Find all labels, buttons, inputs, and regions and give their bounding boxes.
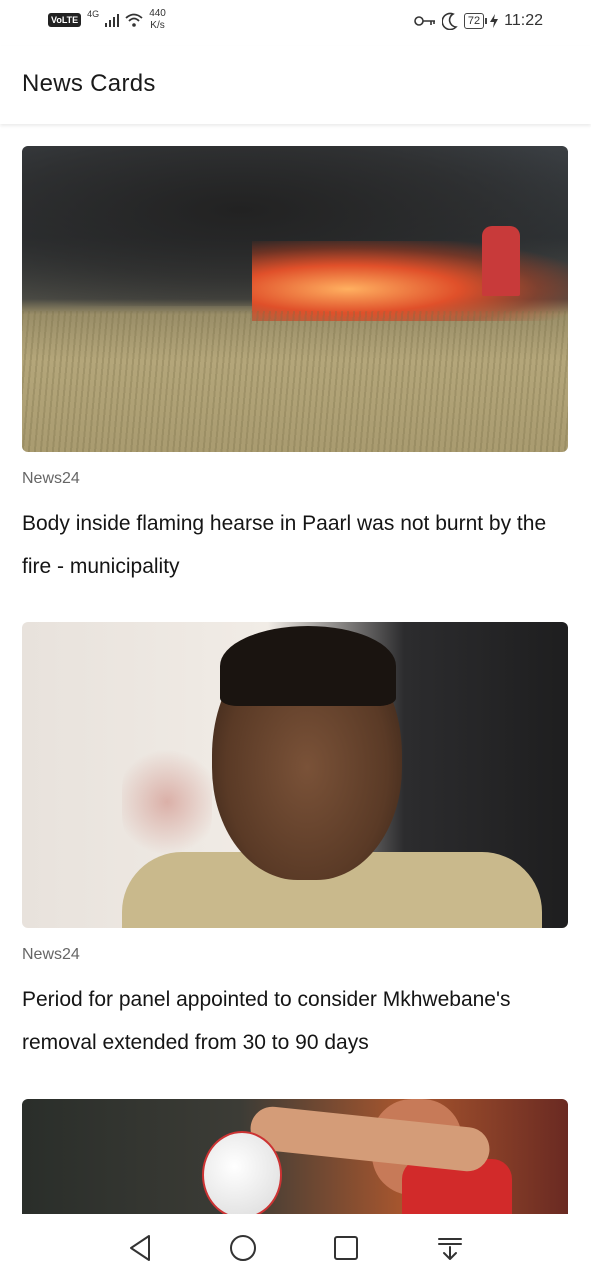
speed-value: 440: [149, 8, 166, 19]
news-source: News24: [22, 946, 80, 963]
person-shape: [482, 226, 520, 296]
status-left: VoLTE 4G 440 K/s: [48, 8, 166, 32]
notification-drawer-icon[interactable]: [434, 1232, 466, 1264]
volte-badge: VoLTE: [48, 13, 82, 27]
network-type: 4G: [87, 9, 100, 19]
signal-icon: [105, 13, 120, 27]
news-headline[interactable]: Body inside flaming hearse in Paarl was …: [22, 502, 568, 588]
moon-icon: [441, 12, 458, 30]
news-card[interactable]: [22, 1099, 568, 1215]
network-speed: 440 K/s: [149, 8, 166, 32]
speed-unit: K/s: [150, 20, 165, 31]
status-right: 72 11:22: [414, 12, 543, 30]
news-card-image[interactable]: [22, 146, 568, 452]
battery-icon: 72: [463, 13, 488, 29]
clock: 11:22: [504, 12, 543, 29]
hair-shape: [220, 626, 396, 706]
grass-shape: [22, 311, 568, 452]
crest-shape: [122, 742, 212, 862]
news-headline[interactable]: Period for panel appointed to consider M…: [22, 978, 568, 1064]
wifi-icon: [125, 13, 143, 27]
charging-icon: [490, 14, 499, 28]
app-bar: News Cards: [0, 46, 591, 124]
news-source: News24: [22, 470, 80, 487]
news-card-image[interactable]: [22, 1099, 568, 1215]
news-card[interactable]: News24 Body inside flaming hearse in Paa…: [22, 146, 568, 588]
rugby-ball-shape: [202, 1131, 282, 1215]
key-icon: [414, 16, 435, 26]
flames-shape: [252, 241, 568, 321]
recents-icon[interactable]: [330, 1232, 362, 1264]
news-card[interactable]: News24 Period for panel appointed to con…: [22, 622, 568, 1064]
back-icon[interactable]: [124, 1232, 156, 1264]
news-card-image[interactable]: [22, 622, 568, 928]
status-bar: VoLTE 4G 440 K/s 72 11:22: [0, 0, 591, 46]
player-arm-shape: [248, 1104, 492, 1174]
navigation-bar: [0, 1214, 591, 1280]
home-icon[interactable]: [227, 1232, 259, 1264]
page-title: News Cards: [22, 70, 156, 97]
